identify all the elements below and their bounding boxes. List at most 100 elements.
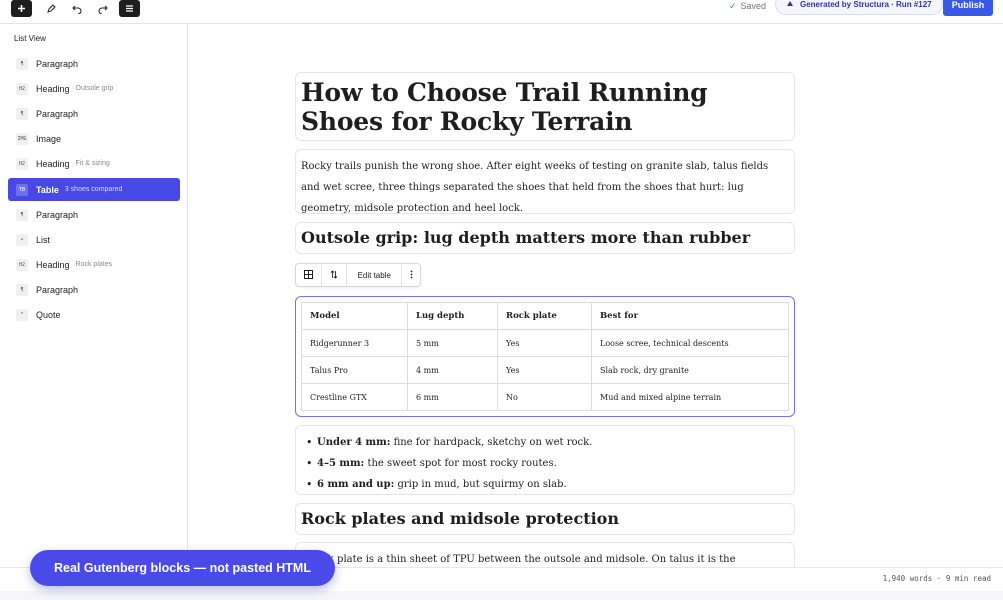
list-view-item-label: Quote (36, 309, 61, 320)
up-down-arrows-icon (330, 269, 338, 281)
publish-button[interactable]: Publish (943, 0, 993, 16)
heading-block-h1[interactable]: How to Choose Trail Running Shoes for Ro… (295, 72, 795, 141)
saved-status: ✓ Saved (729, 0, 766, 12)
table-icon (303, 269, 313, 281)
list-view-item-label: Paragraph (36, 108, 79, 119)
table-cell[interactable]: Talus Pro (301, 356, 408, 384)
list-item[interactable]: 4–5 mm: the sweet spot for most rocky ro… (301, 453, 789, 474)
list-item-text: fine for hardpack, sketchy on wet rock. (390, 437, 593, 448)
undo-button[interactable] (70, 0, 84, 17)
paragraph-block-rock-plate[interactable]: A rock plate is a thin sheet of TPU betw… (295, 542, 795, 567)
table-cell[interactable]: No (497, 383, 592, 411)
add-block-button[interactable] (11, 0, 32, 17)
list-view-item-label: Table (36, 184, 59, 195)
bottom-strip (0, 591, 1003, 600)
paragraph-block-intro[interactable]: Rocky trails punish the wrong shoe. Afte… (295, 149, 795, 214)
move-block-button[interactable] (322, 264, 348, 286)
heading-text[interactable]: Outsole grip: lug depth matters more tha… (301, 227, 789, 249)
edit-table-button[interactable]: Edit table (347, 264, 403, 286)
heading-block-outsole-grip[interactable]: Outsole grip: lug depth matters more tha… (295, 222, 795, 254)
list-view-item-heading-1[interactable]: H2 Heading Outsole grip (8, 77, 180, 100)
table-cell[interactable]: Yes (497, 356, 592, 384)
heading-block-rock-plates[interactable]: Rock plates and midsole protection (295, 503, 795, 535)
table-row: Ridgerunner 3 5 mm Yes Loose scree, tech… (301, 329, 789, 357)
generated-by-badge[interactable]: Generated by Structura · Run #127 (775, 0, 943, 15)
list-view-item-label: Image (36, 133, 62, 144)
redo-icon (98, 4, 108, 14)
list-view-item-label: Paragraph (36, 58, 79, 69)
undo-icon (72, 4, 82, 14)
list-view-item-sublabel: Rock plates (75, 261, 113, 268)
list-item-term: Under 4 mm: (317, 437, 391, 448)
redo-button[interactable] (96, 0, 110, 17)
table-icon: TB (16, 183, 28, 196)
post-title[interactable]: How to Choose Trail Running Shoes for Ro… (301, 78, 789, 136)
list-item[interactable]: Under 4 mm: fine for hardpack, sketchy o… (301, 432, 789, 453)
paragraph-icon: ¶ (16, 283, 28, 296)
list-view-item-paragraph-2[interactable]: ¶ Paragraph (8, 102, 180, 125)
more-options-button[interactable] (402, 264, 420, 286)
heading-icon: H2 (16, 258, 28, 271)
list-view-item-label: Heading (36, 158, 70, 169)
table-row: Talus Pro 4 mm Yes Slab rock, dry granit… (301, 356, 789, 384)
list-view-item-paragraph-4[interactable]: ¶ Paragraph (8, 278, 180, 301)
list-view-item-label: Heading (36, 259, 70, 270)
top-toolbar: ✓ Saved Generated by Structura · Run #12… (0, 0, 1003, 24)
paragraph-text[interactable]: A rock plate is a thin sheet of TPU betw… (301, 549, 789, 567)
list-item-text: the sweet spot for most rocky routes. (364, 458, 557, 469)
paragraph-icon: ¶ (16, 57, 28, 70)
check-icon: ✓ (729, 0, 737, 11)
list-view-item-quote[interactable]: “ Quote (8, 303, 180, 326)
block-type-button[interactable] (296, 264, 322, 286)
list-item-text: grip in mud, but squirmy on slab. (394, 479, 567, 490)
list-view-item-paragraph-3[interactable]: ¶ Paragraph (8, 203, 180, 226)
table-cell[interactable]: Slab rock, dry granite (591, 356, 789, 384)
list-view-item-label: List (36, 234, 51, 245)
list-view-item-label: Heading (36, 83, 70, 94)
table-cell[interactable]: Yes (497, 329, 592, 357)
promo-banner: Real Gutenberg blocks — not pasted HTML (30, 550, 335, 586)
sparkle-icon (786, 0, 794, 10)
paragraph-text[interactable]: Rocky trails punish the wrong shoe. Afte… (301, 156, 789, 219)
list-icon: • (16, 233, 28, 246)
paragraph-icon: ¶ (16, 107, 28, 120)
table-cell[interactable]: Ridgerunner 3 (301, 329, 408, 357)
list-view-item-sublabel: Outsole grip (75, 85, 114, 92)
comparison-table: Model Lug depth Rock plate Best for Ridg… (301, 302, 789, 411)
list-view-item-table[interactable]: TB Table 3 shoes compared (8, 178, 180, 201)
table-cell[interactable]: Crestline GTX (301, 383, 408, 411)
editor-canvas: How to Choose Trail Running Shoes for Ro… (189, 24, 1003, 567)
list-view-item-list[interactable]: • List (8, 228, 180, 251)
pencil-icon (46, 3, 56, 14)
table-cell[interactable]: 6 mm (407, 383, 498, 411)
table-header-cell[interactable]: Rock plate (497, 302, 592, 330)
list-view-item-heading-2[interactable]: H2 Heading Fit & sizing (8, 152, 180, 175)
edit-mode-button[interactable] (44, 0, 58, 17)
table-header-cell[interactable]: Lug depth (407, 302, 498, 330)
table-cell[interactable]: Mud and mixed alpine terrain (591, 383, 789, 411)
list-block[interactable]: Under 4 mm: fine for hardpack, sketchy o… (295, 425, 795, 495)
table-cell[interactable]: 5 mm (407, 329, 498, 357)
list-view-item-sublabel: 3 shoes compared (64, 186, 123, 193)
paragraph-icon: ¶ (16, 208, 28, 221)
list-view-item-label: Paragraph (36, 209, 79, 220)
list-item[interactable]: 6 mm and up: grip in mud, but squirmy on… (301, 474, 789, 495)
list-view-item-heading-3[interactable]: H2 Heading Rock plates (8, 253, 180, 276)
list-view-item-image[interactable]: IMG Image (8, 127, 180, 150)
word-count: 1,940 words · 9 min read (882, 574, 991, 583)
list-view-item-paragraph-1[interactable]: ¶ Paragraph (8, 52, 180, 75)
table-cell[interactable]: 4 mm (407, 356, 498, 384)
table-cell[interactable]: Loose scree, technical descents (591, 329, 789, 357)
table-block[interactable]: Model Lug depth Rock plate Best for Ridg… (295, 296, 795, 417)
heading-text[interactable]: Rock plates and midsole protection (301, 508, 789, 530)
saved-label: Saved (740, 1, 767, 11)
table-block-toolbar: Edit table (295, 263, 421, 287)
table-header-cell[interactable]: Model (301, 302, 408, 330)
list-item-term: 4–5 mm: (317, 458, 365, 469)
list-view-title: List View (14, 34, 46, 43)
list-view-icon (125, 4, 134, 13)
list-view-item-label: Paragraph (36, 284, 79, 295)
heading-icon: H2 (16, 82, 28, 95)
list-view-toggle-button[interactable] (119, 0, 140, 17)
table-header-cell[interactable]: Best for (591, 302, 789, 330)
